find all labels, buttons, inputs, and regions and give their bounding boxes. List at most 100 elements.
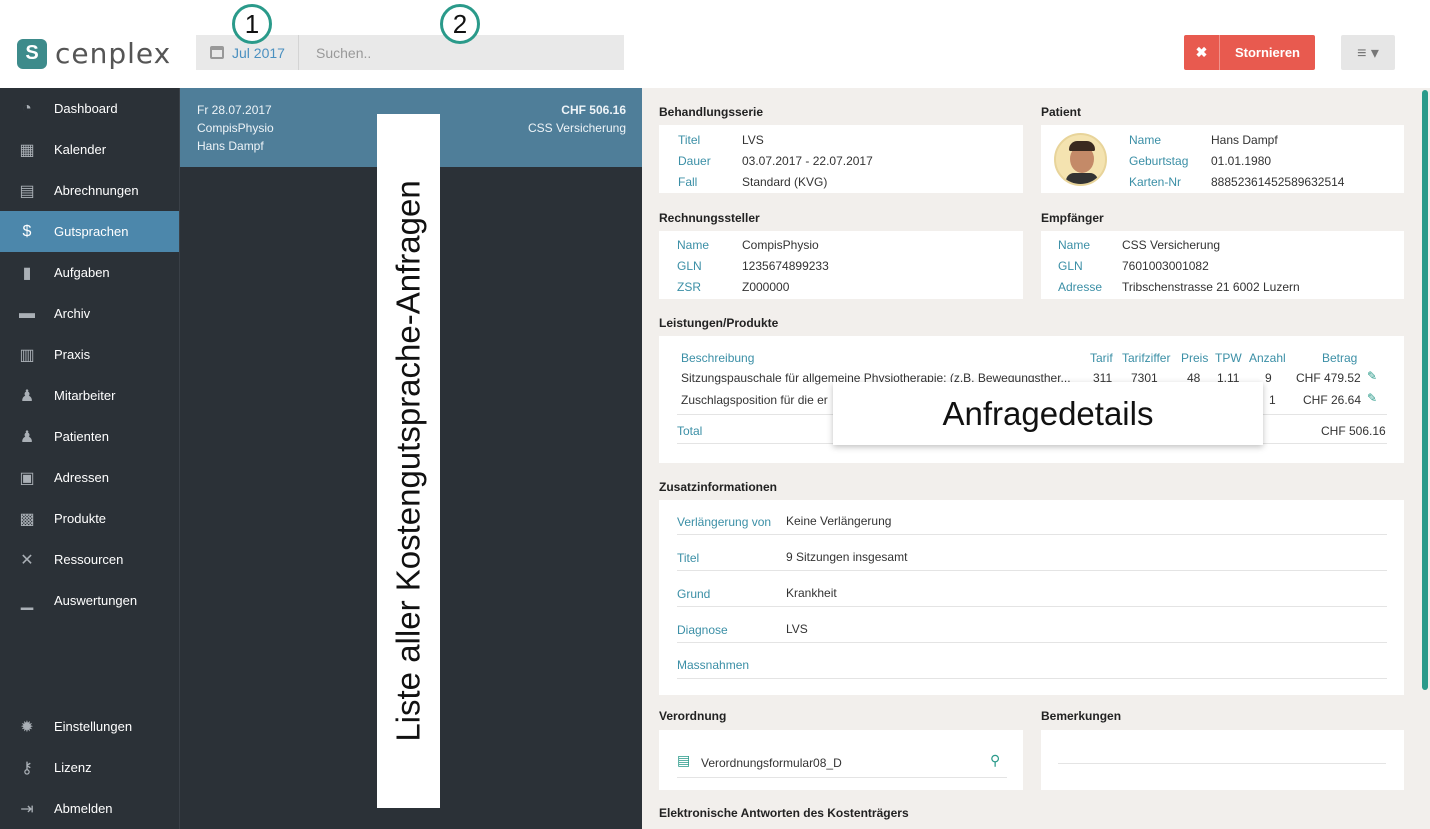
cell-betrag: CHF 479.52 (1296, 371, 1361, 385)
building-icon: ▥ (19, 346, 35, 364)
edit-icon[interactable]: ✎ (1367, 369, 1377, 383)
field-value: Z000000 (742, 280, 790, 294)
bemerkungen-card[interactable] (1041, 730, 1404, 790)
divider (677, 606, 1387, 607)
sidebar-item-ressourcen[interactable]: ✕ Ressourcen (0, 539, 179, 580)
field-label: GLN (1058, 259, 1083, 273)
month-label: Jul 2017 (232, 44, 285, 61)
patient-card: Name Hans Dampf Geburtstag 01.01.1980 Ka… (1041, 125, 1404, 193)
sidebar-item-label: Praxis (54, 347, 91, 362)
field-label: Fall (678, 175, 698, 189)
section-title-elektronisch: Elektronische Antworten des Kostenträger… (659, 806, 909, 820)
section-title-rechnungssteller: Rechnungssteller (659, 211, 760, 225)
divider (677, 678, 1387, 679)
sidebar-item-label: Adressen (54, 470, 109, 485)
detail-annotation: Anfragedetails (833, 382, 1263, 445)
field-label: Grund (677, 587, 711, 601)
sidebar-item-praxis[interactable]: ▥ Praxis (0, 334, 179, 375)
section-title-behandlungsserie: Behandlungsserie (659, 105, 764, 119)
top-bar: S cenplex Jul 2017 1 2 ✖ Stornieren ≡ ▾ (0, 0, 1430, 88)
sidebar-item-lizenz[interactable]: ⚷ Lizenz (0, 747, 179, 788)
column-header: Tarif (1090, 351, 1113, 365)
sidebar-item-dashboard[interactable]: ◔ Dashboard (0, 88, 179, 129)
behandlungsserie-card: Titel LVS Dauer 03.07.2017 - 22.07.2017 … (659, 125, 1023, 193)
edit-icon[interactable]: ✎ (1367, 391, 1377, 405)
field-value: 88852361452589632514 (1211, 175, 1345, 189)
tools-icon: ✕ (20, 551, 34, 569)
verordnung-file[interactable]: Verordnungsformular08_D (701, 756, 842, 770)
column-header: Tarifziffer (1122, 351, 1171, 365)
sidebar-item-einstellungen[interactable]: ✹ Einstellungen (0, 706, 179, 747)
sidebar-item-label: Archiv (54, 306, 91, 321)
field-value: CSS Versicherung (1122, 238, 1221, 252)
addressbook-icon: ▣ (19, 469, 35, 487)
sidebar-item-label: Kalender (54, 142, 107, 157)
clipboard-icon: ▮ (22, 264, 32, 282)
archive-icon: ▬ (19, 304, 35, 322)
logo[interactable]: S cenplex (17, 37, 171, 70)
sidebar-item-auswertungen[interactable]: ▁ Auswertungen (0, 580, 179, 621)
annotation-badge-1: 1 (232, 4, 272, 44)
logout-icon: ⇥ (20, 800, 34, 818)
document-icon: ▤ (677, 752, 691, 768)
section-title-verordnung: Verordnung (659, 709, 727, 723)
field-label: Titel (678, 133, 701, 147)
field-label: Name (1058, 238, 1091, 252)
cancel-button-label: Stornieren (1234, 45, 1300, 60)
cell-betrag: CHF 26.64 (1303, 393, 1362, 407)
list-item-date: Fr 28.07.2017 (197, 103, 272, 117)
sidebar-item-abmelden[interactable]: ⇥ Abmelden (0, 788, 179, 829)
field-value: LVS (742, 133, 764, 147)
sidebar: ◔ Dashboard ▦ Kalender ▤ Abrechnungen $ Gutspra… (0, 88, 179, 829)
sidebar-item-aufgaben[interactable]: ▮ Aufgaben (0, 252, 179, 293)
annotation-badge-2: 2 (440, 4, 480, 44)
sidebar-item-label: Dashboard (54, 101, 118, 116)
field-label: Massnahmen (677, 658, 750, 672)
search-icon[interactable]: ⚲ (990, 752, 1000, 769)
gear-icon: ✹ (20, 718, 34, 736)
sidebar-item-label: Ressourcen (54, 552, 124, 567)
zusatz-card: Verlängerung von Keine Verlängerung Tite… (659, 500, 1404, 695)
sidebar-item-abrechnungen[interactable]: ▤ Abrechnungen (0, 170, 179, 211)
column-header: Beschreibung (681, 351, 755, 365)
total-value: CHF 506.16 (1321, 424, 1386, 438)
rechnungssteller-card: Name CompisPhysio GLN 1235674899233 ZSR … (659, 231, 1023, 299)
total-label: Total (677, 424, 703, 438)
divider (677, 570, 1387, 571)
shop-icon: ▩ (19, 510, 35, 528)
sidebar-item-mitarbeiter[interactable]: ♟ Mitarbeiter (0, 375, 179, 416)
field-value: Hans Dampf (1211, 133, 1278, 147)
field-label: Name (1129, 133, 1162, 147)
list-item-patient: Hans Dampf (197, 139, 264, 153)
sidebar-item-kalender[interactable]: ▦ Kalender (0, 129, 179, 170)
field-value: Keine Verlängerung (786, 514, 892, 528)
section-title-zusatz: Zusatzinformationen (659, 480, 778, 494)
sidebar-item-archiv[interactable]: ▬ Archiv (0, 293, 179, 334)
cancel-button[interactable]: ✖ Stornieren (1184, 35, 1315, 70)
field-value: 01.01.1980 (1211, 154, 1272, 168)
divider (677, 642, 1387, 643)
sidebar-item-produkte[interactable]: ▩ Produkte (0, 498, 179, 539)
detail-panel: Behandlungsserie Titel LVS Dauer 03.07.2… (642, 88, 1430, 829)
scrollbar[interactable] (1422, 90, 1428, 690)
calendar-icon: ▦ (19, 141, 35, 159)
sidebar-item-gutsprachen[interactable]: $ Gutsprachen (0, 211, 179, 252)
sidebar-item-label: Abmelden (54, 801, 113, 816)
field-label: Diagnose (677, 623, 728, 637)
sidebar-item-patienten[interactable]: ♟ Patienten (0, 416, 179, 457)
sidebar-item-label: Mitarbeiter (54, 388, 116, 403)
sidebar-item-label: Auswertungen (54, 593, 138, 608)
field-label: Adresse (1058, 280, 1103, 294)
list-annotation: Liste aller Kostengutsprache-Anfragen (377, 114, 440, 808)
divider (1058, 763, 1386, 764)
column-header: Anzahl (1249, 351, 1286, 365)
field-label: Verlängerung von (677, 515, 772, 529)
field-value: 9 Sitzungen insgesamt (786, 550, 908, 564)
section-title-leistungen: Leistungen/Produkte (659, 316, 779, 330)
dollar-icon: $ (22, 222, 32, 240)
sidebar-item-adressen[interactable]: ▣ Adressen (0, 457, 179, 498)
menu-button[interactable]: ≡ ▾ (1341, 35, 1395, 70)
section-title-empfaenger: Empfänger (1041, 211, 1104, 225)
field-label: GLN (677, 259, 702, 273)
verordnung-card: ▤ Verordnungsformular08_D ⚲ (659, 730, 1023, 790)
